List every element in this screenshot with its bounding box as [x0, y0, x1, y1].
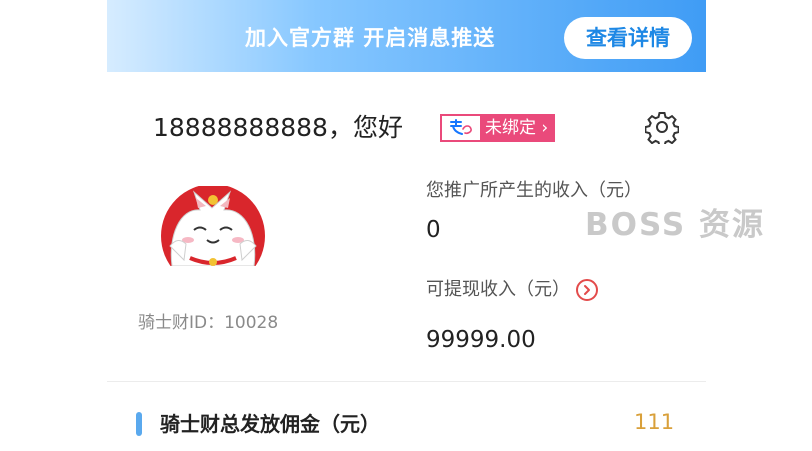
official-group-banner[interactable]: 加入官方群 开启消息推送 查看详情 [107, 0, 706, 72]
alipay-icon [442, 116, 480, 140]
rider-id: 骑士财ID：10028 [138, 313, 279, 333]
section-accent-bar [136, 412, 142, 436]
gear-icon[interactable] [644, 110, 680, 148]
chevron-right-icon: › [536, 118, 549, 138]
chevron-right-circle-icon[interactable] [576, 279, 598, 301]
banner-text: 加入官方群 开启消息推送 [245, 26, 496, 50]
greeting-text: 18888888888，您好 [153, 113, 403, 142]
divider [107, 381, 706, 382]
withdrawable-income-row[interactable]: 可提现收入（元） [426, 277, 598, 303]
bind-status-text: 未绑定 [485, 118, 536, 138]
promotion-income-label: 您推广所产生的收入（元） [426, 180, 642, 201]
withdrawable-income-value: 99999.00 [426, 327, 536, 353]
avatar[interactable] [160, 186, 266, 272]
view-details-button[interactable]: 查看详情 [564, 17, 692, 59]
promotion-income-value: 0 [426, 217, 441, 243]
bind-status-label: 未绑定 › [480, 116, 553, 140]
alipay-bind-badge[interactable]: 未绑定 › [440, 114, 555, 142]
withdrawable-income-label: 可提现收入（元） [426, 279, 570, 300]
account-page: 加入官方群 开启消息推送 查看详情 18888888888，您好 未绑定 › 骑… [0, 0, 812, 451]
total-commission-value: 111 [634, 410, 675, 434]
watermark: BOSS 资源 [585, 207, 766, 243]
total-commission-label: 骑士财总发放佣金（元） [160, 412, 380, 436]
